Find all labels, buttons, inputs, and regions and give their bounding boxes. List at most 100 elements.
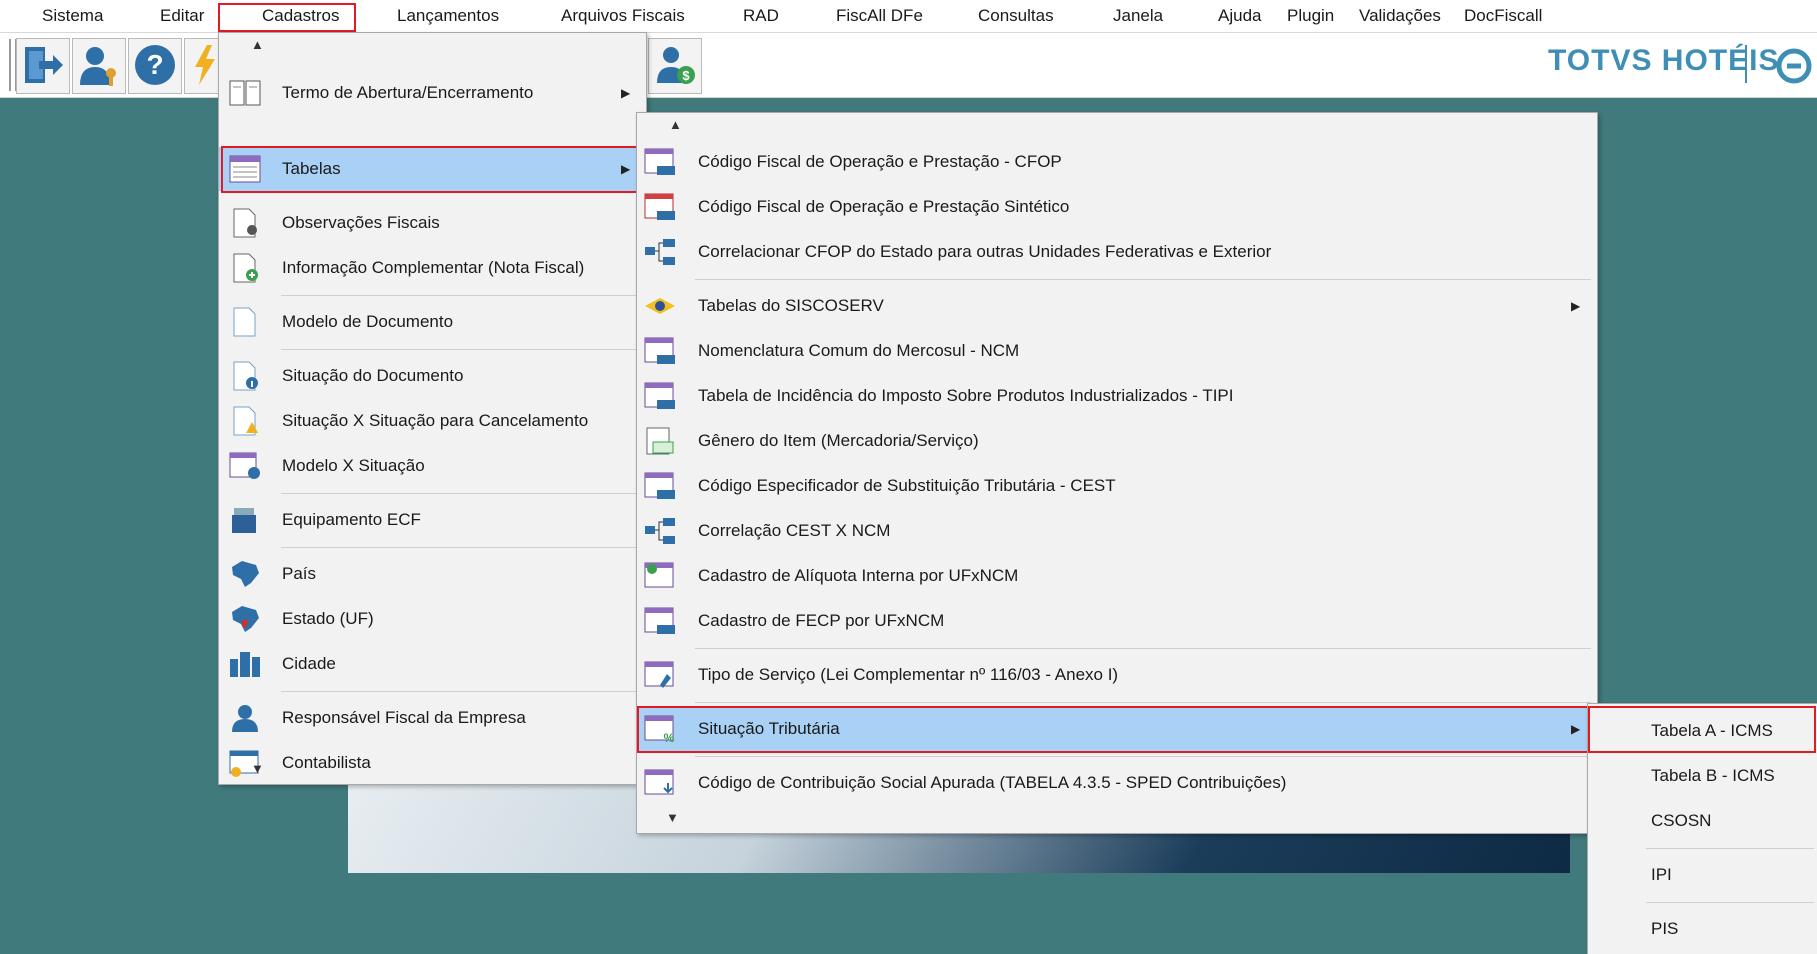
menu-item-ncm[interactable]: Nomenclatura Comum do Mercosul - NCM [637, 329, 1597, 373]
user-money-button[interactable]: $ [648, 38, 702, 94]
doc-warning-icon [233, 406, 258, 436]
menu-item-cfop-sintetico[interactable]: Código Fiscal de Operação e Prestação Si… [637, 185, 1597, 229]
menu-item-responsavel-fiscal[interactable]: Responsável Fiscal da Empresa [219, 696, 646, 740]
menu-item-equipamento-ecf[interactable]: Equipamento ECF [219, 498, 646, 542]
scroll-up-icon[interactable]: ▲ [251, 37, 264, 52]
menu-item-cidade[interactable]: Cidade [219, 642, 646, 686]
doc-add-icon [233, 253, 258, 283]
brand-circle-icon [1776, 48, 1812, 84]
menu-item-contabilista[interactable]: Contabilista [219, 741, 646, 785]
exit-button[interactable] [16, 38, 70, 94]
menu-item-tipi[interactable]: Tabela de Incidência do Imposto Sobre Pr… [637, 374, 1597, 418]
menu-item-siscoserv[interactable]: Tabelas do SISCOSERV ▶ [637, 284, 1597, 328]
menu-item-label: Tipo de Serviço (Lei Complementar nº 116… [698, 665, 1119, 684]
menu-item-situacao-documento[interactable]: Situação do Documento [219, 354, 646, 398]
menu-item-label: PIS [1651, 919, 1679, 938]
menu-arquivos-fiscais[interactable]: Arquivos Fiscais [561, 0, 685, 32]
menu-item-cest[interactable]: Código Especificador de Substituição Tri… [637, 464, 1597, 508]
menu-item-estado-uf[interactable]: Estado (UF) [219, 597, 646, 641]
scroll-up-icon[interactable]: ▲ [669, 117, 682, 132]
menu-item-csosn[interactable]: CSOSN [1588, 799, 1817, 843]
menu-rad[interactable]: RAD [743, 0, 779, 32]
menu-item-cfop[interactable]: Código Fiscal de Operação e Prestação - … [637, 140, 1597, 184]
menu-item-situacao-cancelamento[interactable]: Situação X Situação para Cancelamento [219, 399, 646, 443]
menu-fiscall-dfe[interactable]: FiscAll DFe [836, 0, 923, 32]
menu-item-label: Nomenclatura Comum do Mercosul - NCM [698, 341, 1020, 360]
menu-item-label: Situação X Situação para Cancelamento [282, 411, 589, 430]
menu-item-correlacionar-cfop[interactable]: Correlacionar CFOP do Estado para outras… [637, 230, 1597, 274]
menu-janela[interactable]: Janela [1113, 0, 1163, 32]
scroll-down-icon[interactable]: ▼ [666, 810, 679, 825]
help-button[interactable]: ? [128, 38, 182, 94]
menu-item-observacoes-fiscais[interactable]: Observações Fiscais [219, 201, 646, 245]
menu-item-label: Código Fiscal de Operação e Prestação - … [698, 152, 1062, 171]
user-key-icon [80, 47, 116, 86]
menu-separator [281, 547, 641, 548]
menu-item-ipi[interactable]: IPI [1588, 853, 1817, 897]
menu-item-situacao-tributaria[interactable]: % Situação Tributária ▶ [637, 707, 1597, 751]
state-map-icon [232, 606, 259, 632]
menu-item-label: País [282, 564, 317, 583]
menu-item-correlacao-cest-ncm[interactable]: Correlação CEST X NCM [637, 509, 1597, 553]
menu-separator [1646, 902, 1814, 903]
svg-text:%: % [664, 731, 675, 744]
menu-item-modelo-x-situacao[interactable]: Modelo X Situação [219, 444, 646, 488]
menu-editar[interactable]: Editar [160, 0, 204, 32]
menu-item-modelo-documento[interactable]: Modelo de Documento [219, 300, 646, 344]
lightning-button[interactable] [184, 38, 220, 94]
cfop-table-icon [644, 148, 675, 175]
menu-separator [695, 648, 1591, 649]
brand-separator [1745, 45, 1747, 83]
menu-separator [281, 691, 641, 692]
menu-ajuda[interactable]: Ajuda [1218, 0, 1261, 32]
menu-separator [1646, 848, 1814, 849]
menu-item-tabela-a-icms[interactable]: Tabela A - ICMS [1588, 709, 1817, 753]
submenu-arrow-icon: ▶ [621, 162, 631, 176]
menu-validacoes[interactable]: Validações [1359, 0, 1441, 32]
tabelas-menu: ▲ Código Fiscal de Operação e Prestação … [636, 112, 1598, 834]
menu-item-genero-item[interactable]: Gênero do Item (Mercadoria/Serviço) [637, 419, 1597, 463]
menu-item-label: Termo de Abertura/Encerramento [282, 83, 534, 102]
menu-item-label: Gênero do Item (Mercadoria/Serviço) [698, 431, 979, 450]
money-doc-icon [646, 427, 674, 455]
table-info-icon [229, 452, 260, 479]
menu-item-label: Cadastro de FECP por UFxNCM [698, 611, 945, 630]
menu-item-informacao-complementar[interactable]: Informação Complementar (Nota Fiscal) [219, 246, 646, 290]
menu-item-label: Tabela A - ICMS [1651, 721, 1773, 740]
menu-item-label: Situação Tributária [698, 719, 840, 738]
menu-item-label: Correlacionar CFOP do Estado para outras… [698, 242, 1272, 261]
menu-item-tabela-b-icms[interactable]: Tabela B - ICMS [1588, 754, 1817, 798]
cfop-table-red-icon [644, 193, 675, 220]
menu-item-pais[interactable]: País [219, 552, 646, 596]
scroll-down-icon[interactable]: ▼ [251, 761, 264, 776]
correlation-icon [645, 518, 675, 544]
menu-item-tipo-servico[interactable]: Tipo de Serviço (Lei Complementar nº 116… [637, 653, 1597, 697]
city-buildings-icon [230, 652, 260, 677]
menu-item-tabelas[interactable]: Tabelas ▶ [219, 147, 646, 191]
menu-plugin[interactable]: Plugin [1287, 0, 1334, 32]
menu-cadastros[interactable]: Cadastros [262, 0, 339, 32]
menu-docfiscall[interactable]: DocFiscall [1464, 0, 1542, 32]
menu-item-termo-abertura[interactable]: Termo de Abertura/Encerramento ▶ [219, 71, 646, 115]
submenu-arrow-icon: ▶ [1571, 722, 1581, 736]
cest-table-icon [644, 472, 675, 499]
menu-lancamentos[interactable]: Lançamentos [397, 0, 499, 32]
download-table-icon [644, 769, 674, 795]
tax-table-icon: % [644, 715, 675, 744]
correlation-icon [645, 239, 675, 265]
menu-item-contribuicao-social[interactable]: Código de Contribuição Social Apurada (T… [637, 761, 1597, 805]
menu-item-fecp[interactable]: Cadastro de FECP por UFxNCM [637, 599, 1597, 643]
menu-bar: Sistema Editar Cadastros Lançamentos Arq… [0, 0, 1817, 33]
menu-consultas[interactable]: Consultas [978, 0, 1054, 32]
user-key-button[interactable] [72, 38, 126, 94]
menu-sistema[interactable]: Sistema [42, 0, 103, 32]
aliquota-table-icon [644, 562, 674, 588]
menu-item-label: Código Fiscal de Operação e Prestação Si… [698, 197, 1070, 216]
menu-item-label: Tabela B - ICMS [1651, 766, 1775, 785]
tipi-table-icon [644, 382, 675, 409]
menu-item-aliquota-interna[interactable]: Cadastro de Alíquota Interna por UFxNCM [637, 554, 1597, 598]
menu-item-pis[interactable]: PIS [1588, 907, 1817, 951]
svg-text:?: ? [146, 49, 163, 80]
menu-separator [281, 295, 641, 296]
user-money-icon: $ [657, 47, 695, 84]
